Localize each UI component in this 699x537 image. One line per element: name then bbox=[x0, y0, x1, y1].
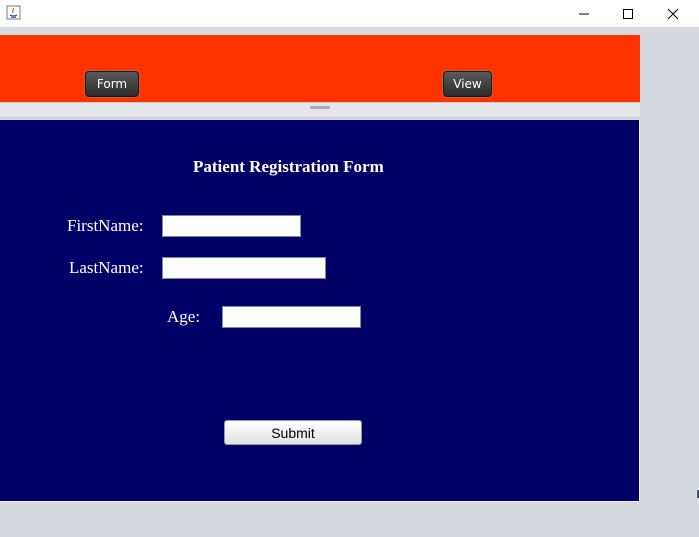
first-name-field[interactable] bbox=[162, 215, 301, 237]
form-title: Patient Registration Form bbox=[193, 157, 384, 176]
close-icon bbox=[667, 8, 679, 19]
age-field[interactable] bbox=[222, 306, 361, 328]
first-name-label: FirstName: bbox=[67, 216, 144, 235]
maximize-button[interactable] bbox=[605, 0, 651, 27]
title-bar bbox=[0, 0, 699, 27]
view-button[interactable]: View bbox=[443, 71, 492, 97]
split-pane-divider[interactable] bbox=[0, 102, 640, 118]
last-name-field[interactable] bbox=[162, 257, 326, 279]
maximize-icon bbox=[623, 8, 633, 19]
last-name-label: LastName: bbox=[69, 258, 144, 277]
minimize-icon bbox=[579, 13, 589, 14]
java-icon bbox=[6, 5, 21, 20]
navigation-panel: Form View bbox=[0, 35, 640, 102]
age-label: Age: bbox=[167, 307, 201, 326]
divider-grip-icon[interactable] bbox=[310, 106, 330, 109]
minimize-button[interactable] bbox=[561, 0, 607, 27]
submit-button[interactable]: Submit bbox=[224, 420, 362, 445]
close-button[interactable] bbox=[650, 0, 696, 27]
form-button[interactable]: Form bbox=[85, 71, 139, 97]
registration-form-panel: Patient Registration Form FirstName: Las… bbox=[0, 120, 640, 502]
